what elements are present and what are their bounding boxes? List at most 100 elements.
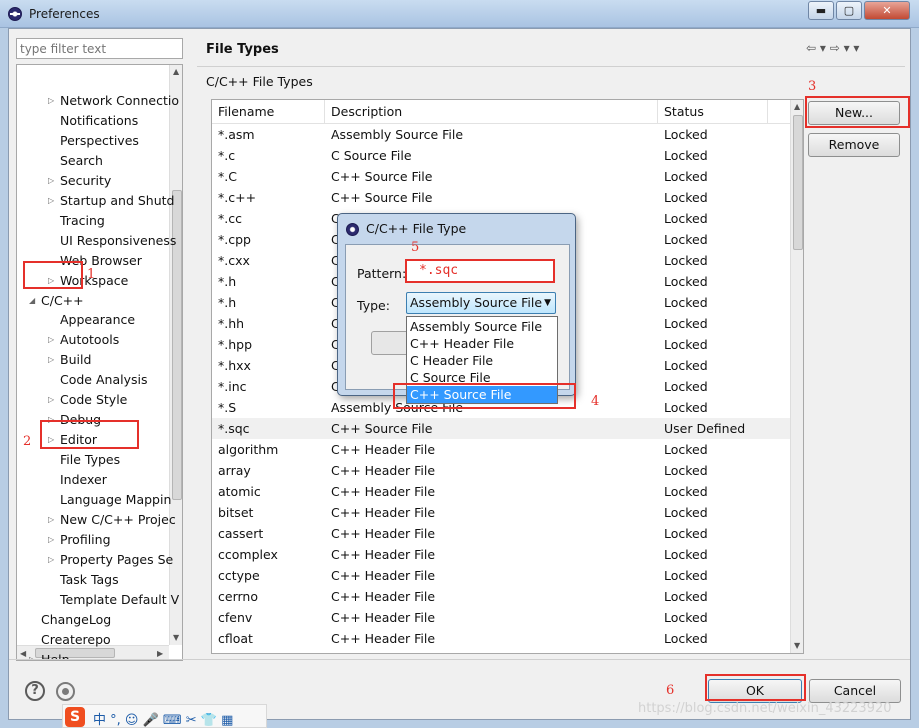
cell-status: Locked [664, 295, 708, 310]
minimize-button[interactable]: ▬ [808, 1, 834, 20]
collapsed-arrow-icon[interactable]: ▷ [48, 390, 54, 410]
tree-item-label: Security [60, 173, 112, 188]
tree-item[interactable]: Template Default V [60, 590, 179, 610]
tree-item[interactable]: ▷ Autotools [48, 330, 119, 350]
table-row[interactable]: cfenv C++ Header File Locked [212, 607, 790, 628]
dropdown-option[interactable]: Assembly Source File [407, 318, 557, 335]
help-icon[interactable]: ? [25, 681, 45, 701]
table-row[interactable]: atomic C++ Header File Locked [212, 481, 790, 502]
tree-item[interactable]: Appearance [60, 310, 135, 330]
cell-status: Locked [664, 316, 708, 331]
collapsed-arrow-icon[interactable]: ▷ [48, 510, 54, 530]
import-export-icon[interactable] [56, 682, 75, 701]
tree-item[interactable]: ◢ C/C++ [29, 291, 84, 311]
tree-item-label: ChangeLog [41, 612, 112, 627]
cancel-button[interactable]: Cancel [809, 679, 901, 703]
tree-item[interactable]: File Types [60, 450, 120, 470]
tree-item[interactable]: Language Mappin [60, 490, 171, 510]
maximize-button[interactable]: ▢ [836, 1, 862, 20]
collapsed-arrow-icon[interactable]: ▷ [48, 330, 54, 350]
table-row[interactable]: bitset C++ Header File Locked [212, 502, 790, 523]
tree-item[interactable]: ChangeLog [41, 610, 111, 630]
scroll-left-icon[interactable]: ◀ [20, 649, 26, 658]
table-row[interactable]: array C++ Header File Locked [212, 460, 790, 481]
tree-item[interactable]: Indexer [60, 470, 107, 490]
table-row[interactable]: *.sqc C++ Source File User Defined [212, 418, 790, 439]
filter-input[interactable] [16, 38, 183, 59]
column-header-description[interactable]: Description [325, 100, 658, 124]
annotation-number-4: 4 [591, 394, 600, 409]
tree-item[interactable]: Search [60, 151, 103, 171]
table-scroll-thumb[interactable] [793, 115, 803, 250]
tree-item[interactable]: Code Analysis [60, 370, 147, 390]
dropdown-option[interactable]: C Header File [407, 352, 557, 369]
table-row[interactable]: *.c C Source File Locked [212, 145, 790, 166]
tree-item[interactable]: ▷ Property Pages Se [48, 550, 173, 570]
tree-item[interactable]: Task Tags [60, 570, 119, 590]
collapsed-arrow-icon[interactable]: ▷ [48, 91, 54, 111]
collapsed-arrow-icon[interactable]: ▷ [48, 530, 54, 550]
cell-filename: *.cpp [218, 232, 251, 247]
annotation-box-2 [40, 420, 139, 449]
tree-item[interactable]: ▷ Startup and Shutd [48, 191, 174, 211]
table-row[interactable]: cerrno C++ Header File Locked [212, 586, 790, 607]
tree-item-label: Notifications [60, 113, 139, 128]
table-row[interactable]: *.C C++ Source File Locked [212, 166, 790, 187]
cell-filename: cfloat [218, 631, 253, 646]
table-row[interactable]: algorithm C++ Header File Locked [212, 439, 790, 460]
tree-item[interactable]: Notifications [60, 111, 138, 131]
tree-item[interactable]: ▷ New C/C++ Projec [48, 510, 176, 530]
table-row[interactable]: *.asm Assembly Source File Locked [212, 124, 790, 145]
table-row[interactable]: cctype C++ Header File Locked [212, 565, 790, 586]
tree-item-label: Language Mappin [60, 492, 172, 507]
tree-item-label: Indexer [60, 472, 107, 487]
sogou-logo-icon[interactable]: S [65, 707, 85, 727]
tree-item-label: Build [60, 352, 92, 367]
tree-item[interactable]: ▷ Profiling [48, 530, 111, 550]
cell-description: C++ Header File [331, 463, 436, 478]
type-select[interactable]: Assembly Source File ▼ [406, 292, 556, 314]
tree-item[interactable]: Tracing [60, 211, 105, 231]
cell-filename: cassert [218, 526, 264, 541]
tree-item[interactable]: Createrepo [41, 630, 111, 650]
cell-status: Locked [664, 631, 708, 646]
collapsed-arrow-icon[interactable]: ▷ [48, 171, 54, 191]
tree-item-label: Search [60, 153, 103, 168]
tree-item[interactable]: ▷ Build [48, 350, 92, 370]
tree-item[interactable]: ▷ Code Style [48, 390, 127, 410]
ime-tools-icon[interactable]: 中 °, ☺ 🎤 ⌨ ✂ 👕 ▦ [93, 709, 233, 728]
table-vertical-scrollbar[interactable]: ▲ ▼ [790, 100, 803, 653]
remove-button[interactable]: Remove [808, 133, 900, 157]
tree-item[interactable]: ▷ Security [48, 171, 112, 191]
column-header-filename[interactable]: Filename [212, 100, 325, 124]
dialog-ok-button[interactable] [371, 331, 411, 355]
dropdown-option[interactable]: C++ Header File [407, 335, 557, 352]
cell-description: C++ Source File [331, 190, 433, 205]
cell-filename: *.C [218, 169, 237, 184]
table-row[interactable]: *.c++ C++ Source File Locked [212, 187, 790, 208]
tree-item[interactable]: UI Responsiveness [60, 231, 176, 251]
ime-toolbar[interactable]: S 中 °, ☺ 🎤 ⌨ ✂ 👕 ▦ [62, 704, 267, 728]
expanded-arrow-icon[interactable]: ◢ [29, 291, 35, 311]
close-button[interactable]: ✕ [864, 1, 910, 20]
title-separator [197, 66, 905, 67]
table-scroll-down-icon[interactable]: ▼ [794, 641, 800, 650]
scroll-up-icon[interactable]: ▲ [173, 67, 179, 76]
cell-filename: *.h [218, 295, 237, 310]
scroll-down-icon[interactable]: ▼ [173, 633, 179, 642]
cell-status: Locked [664, 358, 708, 373]
collapsed-arrow-icon[interactable]: ▷ [48, 191, 54, 211]
cell-description: C++ Header File [331, 484, 436, 499]
table-scroll-up-icon[interactable]: ▲ [794, 102, 800, 111]
tree-item[interactable]: ▷ Network Connectio [48, 91, 179, 111]
collapsed-arrow-icon[interactable]: ▷ [48, 550, 54, 570]
column-header-status[interactable]: Status [658, 100, 768, 124]
table-row[interactable]: cfloat C++ Header File Locked [212, 628, 790, 649]
scroll-right-icon[interactable]: ▶ [157, 649, 163, 658]
tree-item[interactable]: Perspectives [60, 131, 139, 151]
table-row[interactable]: ccomplex C++ Header File Locked [212, 544, 790, 565]
pattern-input[interactable]: *.sqc [405, 259, 555, 283]
navigation-arrows-icon[interactable]: ⇦ ▾ ⇨ ▾ ▾ [806, 41, 859, 55]
table-row[interactable]: cassert C++ Header File Locked [212, 523, 790, 544]
collapsed-arrow-icon[interactable]: ▷ [48, 350, 54, 370]
